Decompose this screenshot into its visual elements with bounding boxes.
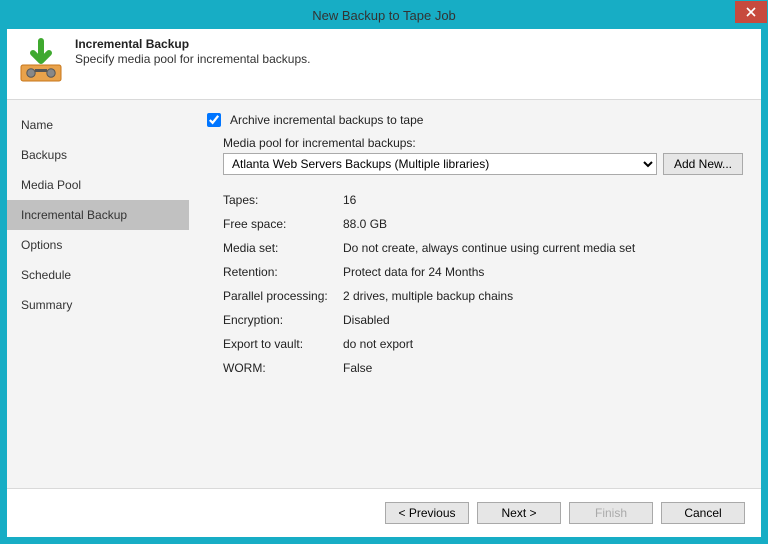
sidebar-item-name[interactable]: Name xyxy=(7,110,189,140)
close-icon xyxy=(746,7,756,17)
sidebar-item-incremental-backup[interactable]: Incremental Backup xyxy=(7,200,189,230)
sidebar-item-backups[interactable]: Backups xyxy=(7,140,189,170)
window-inner: Incremental Backup Specify media pool fo… xyxy=(7,29,761,537)
add-new-button[interactable]: Add New... xyxy=(663,153,743,175)
stat-label: Media set: xyxy=(223,241,343,255)
media-pool-row: Atlanta Web Servers Backups (Multiple li… xyxy=(223,153,743,175)
stat-row-export-to-vault: Export to vault: do not export xyxy=(223,337,743,351)
titlebar: New Backup to Tape Job xyxy=(1,1,767,29)
archive-checkbox-row: Archive incremental backups to tape xyxy=(203,110,743,130)
content-panel: Archive incremental backups to tape Medi… xyxy=(189,100,761,488)
close-button[interactable] xyxy=(735,1,767,23)
archive-checkbox[interactable] xyxy=(207,113,221,127)
stat-row-worm: WORM: False xyxy=(223,361,743,375)
media-pool-label: Media pool for incremental backups: xyxy=(223,136,743,150)
sidebar-item-schedule[interactable]: Schedule xyxy=(7,260,189,290)
stat-row-parallel-processing: Parallel processing: 2 drives, multiple … xyxy=(223,289,743,303)
header-text: Incremental Backup Specify media pool fo… xyxy=(75,37,310,66)
stat-row-tapes: Tapes: 16 xyxy=(223,193,743,207)
stats-block: Tapes: 16 Free space: 88.0 GB Media set:… xyxy=(223,193,743,375)
stat-row-retention: Retention: Protect data for 24 Months xyxy=(223,265,743,279)
cancel-button[interactable]: Cancel xyxy=(661,502,745,524)
stat-value: 16 xyxy=(343,193,356,207)
stat-label: Encryption: xyxy=(223,313,343,327)
stat-value: 2 drives, multiple backup chains xyxy=(343,289,513,303)
stat-row-media-set: Media set: Do not create, always continu… xyxy=(223,241,743,255)
footer: < Previous Next > Finish Cancel xyxy=(7,489,761,537)
sidebar-item-media-pool[interactable]: Media Pool xyxy=(7,170,189,200)
sidebar-item-options[interactable]: Options xyxy=(7,230,189,260)
stat-value: Do not create, always continue using cur… xyxy=(343,241,635,255)
media-pool-select[interactable]: Atlanta Web Servers Backups (Multiple li… xyxy=(223,153,657,175)
stat-label: Tapes: xyxy=(223,193,343,207)
stat-value: Protect data for 24 Months xyxy=(343,265,484,279)
window-title: New Backup to Tape Job xyxy=(312,8,456,23)
stat-value: False xyxy=(343,361,372,375)
header: Incremental Backup Specify media pool fo… xyxy=(7,29,761,89)
page-subtitle: Specify media pool for incremental backu… xyxy=(75,52,310,66)
stat-label: WORM: xyxy=(223,361,343,375)
sidebar-item-summary[interactable]: Summary xyxy=(7,290,189,320)
finish-button: Finish xyxy=(569,502,653,524)
previous-button[interactable]: < Previous xyxy=(385,502,469,524)
archive-checkbox-label: Archive incremental backups to tape xyxy=(230,113,423,127)
stat-label: Parallel processing: xyxy=(223,289,343,303)
body: Name Backups Media Pool Incremental Back… xyxy=(7,99,761,489)
tape-drive-icon xyxy=(17,37,65,85)
stat-label: Export to vault: xyxy=(223,337,343,351)
stat-row-encryption: Encryption: Disabled xyxy=(223,313,743,327)
stat-label: Retention: xyxy=(223,265,343,279)
stat-label: Free space: xyxy=(223,217,343,231)
stat-value: do not export xyxy=(343,337,413,351)
stat-value: 88.0 GB xyxy=(343,217,387,231)
dialog-window: New Backup to Tape Job Incremental Backu… xyxy=(0,0,768,544)
stat-value: Disabled xyxy=(343,313,390,327)
page-title: Incremental Backup xyxy=(75,37,310,51)
sidebar: Name Backups Media Pool Incremental Back… xyxy=(7,100,189,488)
stat-row-free-space: Free space: 88.0 GB xyxy=(223,217,743,231)
next-button[interactable]: Next > xyxy=(477,502,561,524)
